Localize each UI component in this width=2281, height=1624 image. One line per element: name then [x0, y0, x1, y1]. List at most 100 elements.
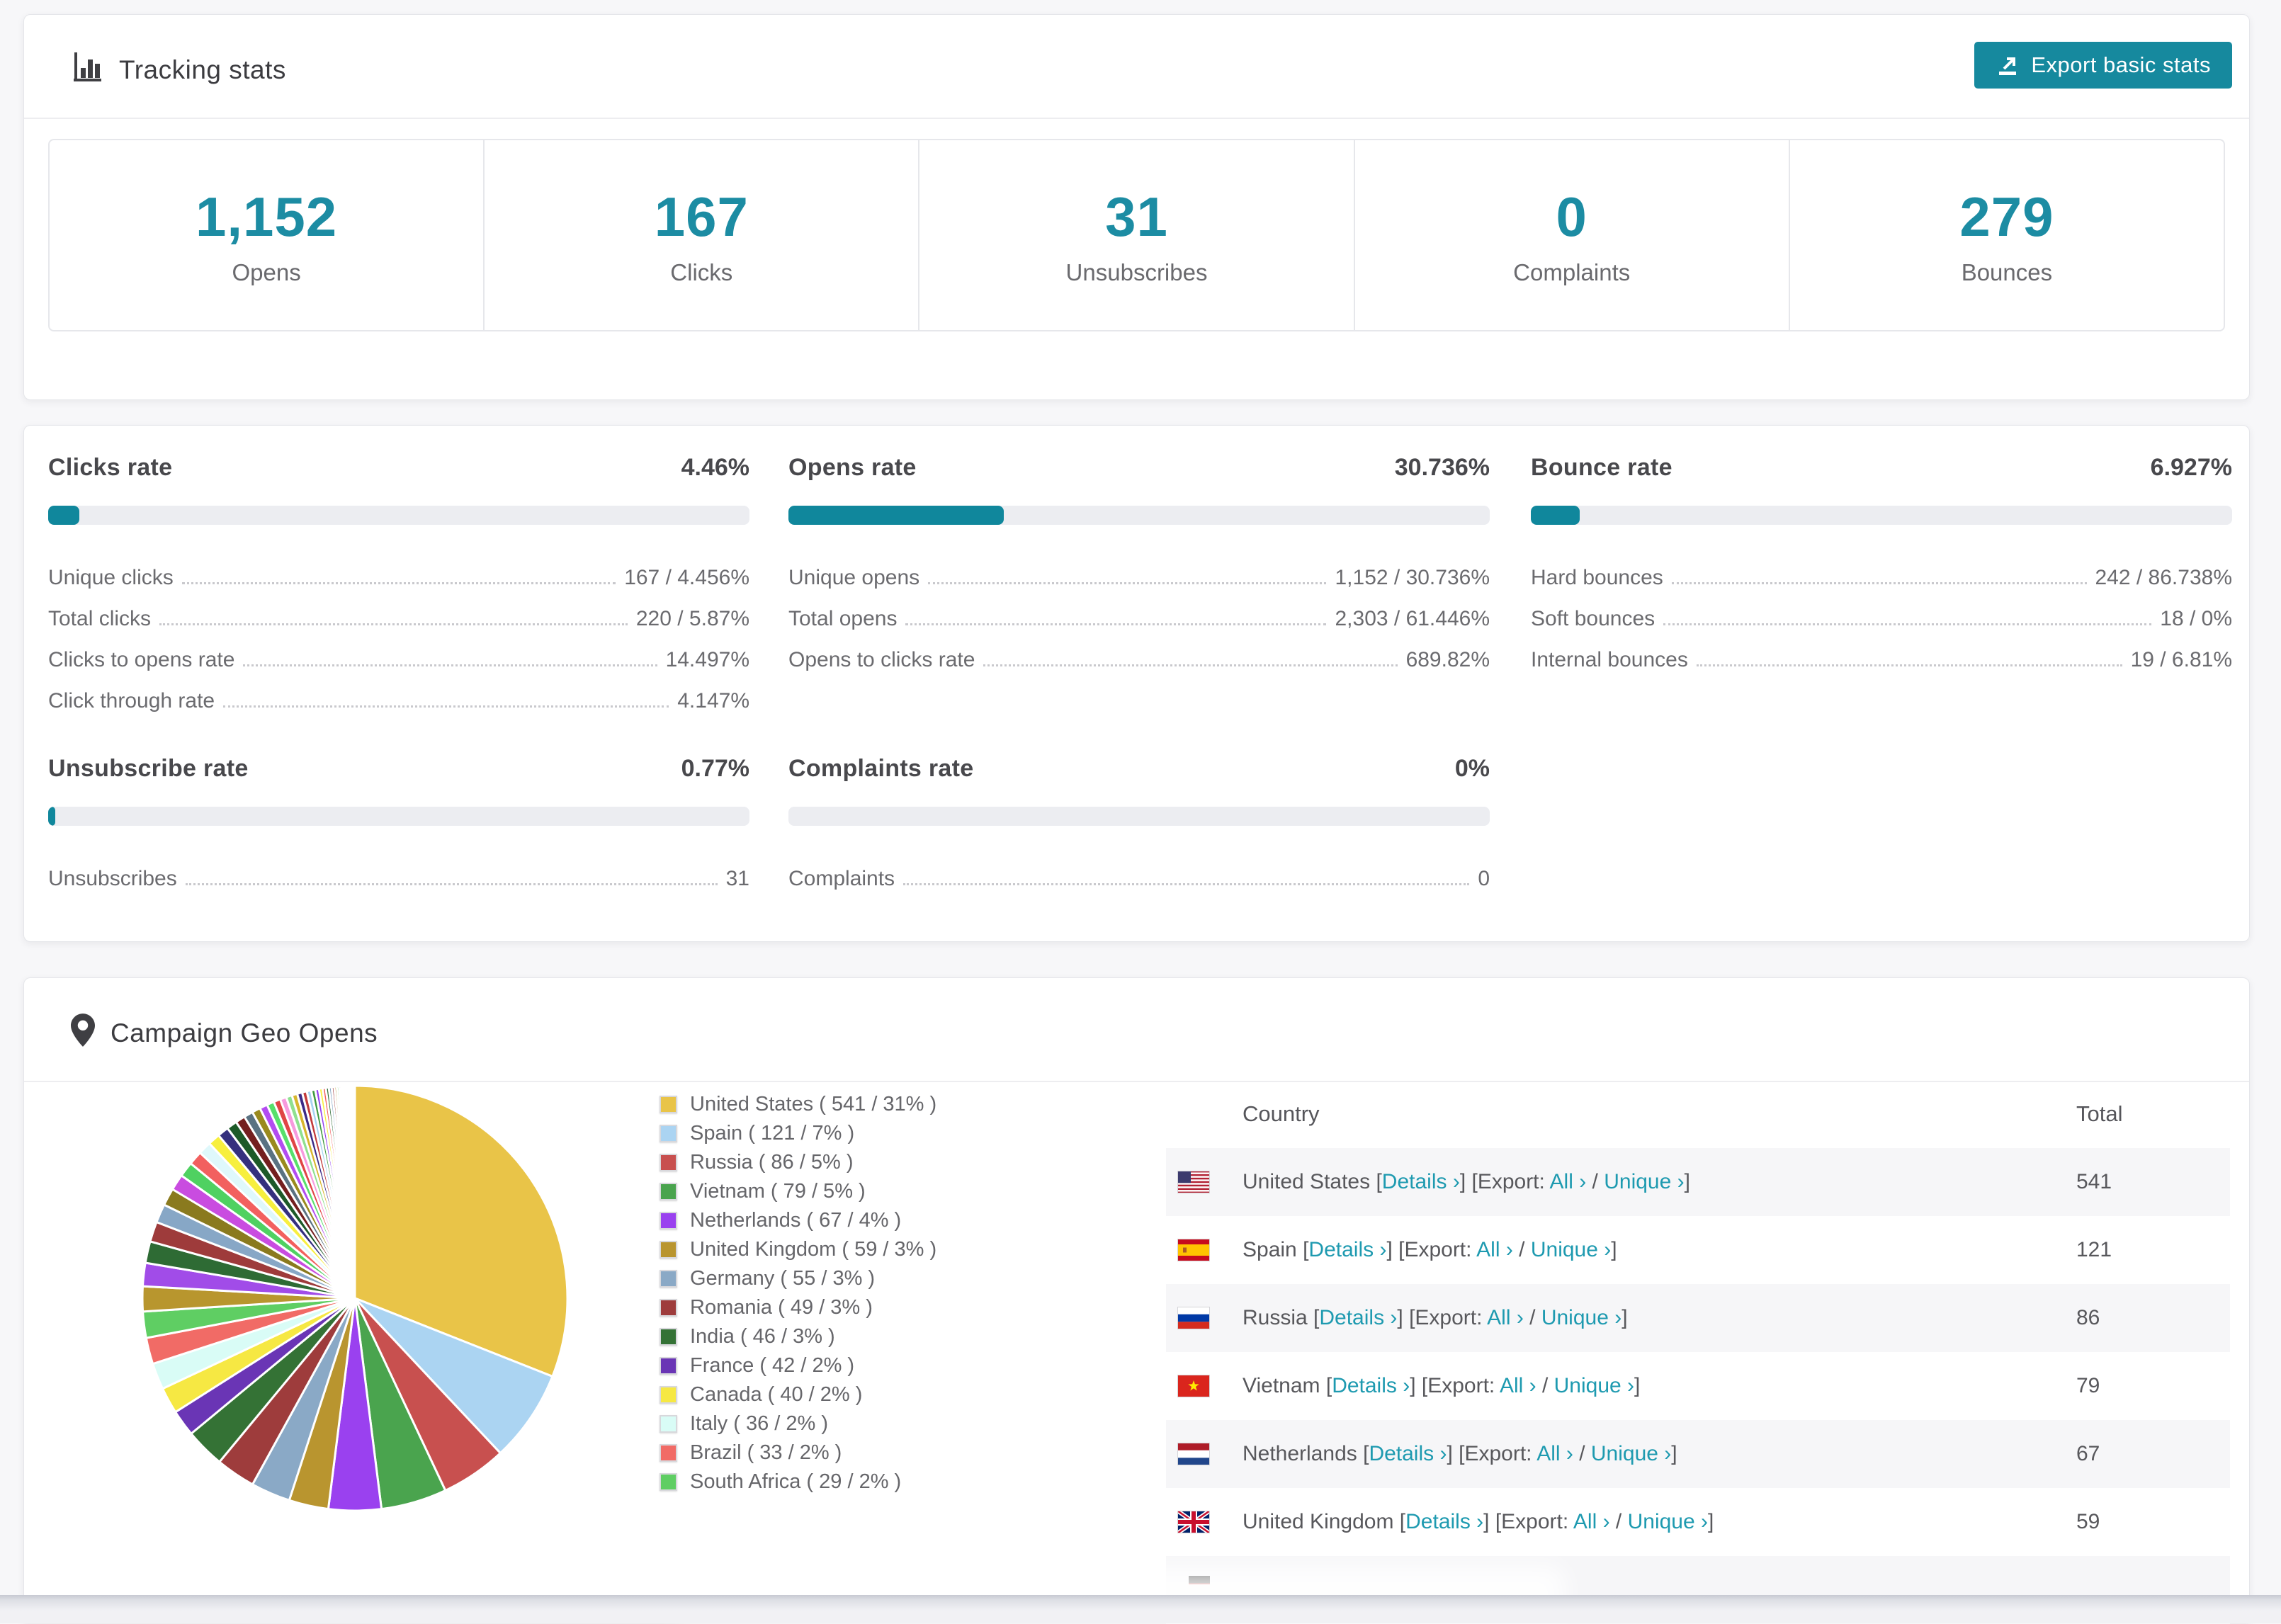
- map-pin-icon: [71, 1013, 95, 1053]
- total-cell: 121: [2076, 1238, 2112, 1261]
- export-unique-link[interactable]: Unique ›: [1591, 1442, 1671, 1465]
- rate-value: 30.736%: [1394, 454, 1490, 481]
- rate-rows: Complaints 0: [788, 854, 1490, 895]
- dotted-leader: [905, 623, 1327, 625]
- export-unique-link[interactable]: Unique ›: [1541, 1306, 1621, 1329]
- rate-title: Opens rate: [788, 454, 917, 481]
- legend-label: Russia ( 86 / 5% ): [690, 1151, 854, 1174]
- legend-swatch: [660, 1096, 677, 1113]
- export-all-link[interactable]: All ›: [1500, 1374, 1536, 1397]
- legend-label: Spain ( 121 / 7% ): [690, 1122, 855, 1145]
- table-row-united-states: United States [Details ›] [Export: All ›…: [1166, 1148, 2230, 1216]
- tracking-stats-title: Tracking stats: [71, 50, 286, 89]
- geo-opens-pie-chart: [128, 1072, 582, 1525]
- details-link[interactable]: Details ›: [1332, 1374, 1410, 1397]
- rate-row: Click through rate 4.147%: [48, 676, 749, 717]
- export-all-link[interactable]: All ›: [1550, 1170, 1587, 1193]
- rate-title: Complaints rate: [788, 755, 974, 782]
- export-all-link[interactable]: All ›: [1573, 1510, 1610, 1533]
- legend-item-france: France ( 42 / 2% ): [660, 1351, 936, 1380]
- tracking-stats-card: Tracking stats Export basic stats 1,152 …: [23, 14, 2250, 400]
- rate-row-label: Soft bounces: [1531, 607, 1655, 630]
- progress-bar-track: [48, 506, 749, 525]
- dotted-leader: [928, 582, 1327, 584]
- dotted-leader: [983, 664, 1398, 666]
- legend-item-canada: Canada ( 40 / 2% ): [660, 1380, 936, 1409]
- rate-row-value: 18 / 0%: [2160, 607, 2232, 630]
- export-all-link[interactable]: All ›: [1487, 1306, 1524, 1329]
- dotted-leader: [159, 623, 628, 625]
- legend-swatch: [660, 1415, 677, 1433]
- rate-head: Complaints rate 0%: [788, 755, 1490, 783]
- dotted-leader: [903, 883, 1470, 885]
- rate-row-value: 19 / 6.81%: [2130, 648, 2232, 671]
- gb-flag-icon: [1166, 1511, 1210, 1533]
- rate-row-label: Clicks to opens rate: [48, 648, 235, 671]
- legend-item-spain: Spain ( 121 / 7% ): [660, 1119, 936, 1148]
- rate-section-complaints-rate: Complaints rate 0% Complaints 0: [788, 755, 1490, 895]
- export-unique-link[interactable]: Unique ›: [1554, 1374, 1634, 1397]
- rate-row-label: Total clicks: [48, 607, 152, 630]
- rate-row: Internal bounces 19 / 6.81%: [1531, 635, 2232, 676]
- rate-row-value: 220 / 5.87%: [635, 607, 749, 630]
- stat-cell-unsubscribes: 31 Unsubscribes: [919, 140, 1355, 330]
- progress-bar-fill: [48, 506, 80, 525]
- rate-head: Opens rate 30.736%: [788, 454, 1490, 482]
- country-cell: Russia [Details ›] [Export: All › / Uniq…: [1243, 1306, 1628, 1329]
- tracking-stats-header: Tracking stats Export basic stats: [24, 15, 2249, 119]
- export-unique-link[interactable]: Unique ›: [1531, 1238, 1611, 1261]
- stat-cell-opens: 1,152 Opens: [50, 140, 485, 330]
- geo-title: Campaign Geo Opens: [71, 1013, 378, 1053]
- stat-summary-row: 1,152 Opens 167 Clicks 31 Unsubscribes 0 Co…: [48, 139, 2225, 331]
- export-all-link[interactable]: All ›: [1476, 1238, 1513, 1261]
- progress-bar-fill: [788, 506, 1004, 525]
- legend-swatch: [660, 1473, 677, 1491]
- stat-label: Unsubscribes: [1065, 259, 1208, 285]
- rate-row: Hard bounces 242 / 86.738%: [1531, 553, 2232, 594]
- details-link[interactable]: Details ›: [1405, 1510, 1483, 1533]
- rate-row: Total opens 2,303 / 61.446%: [788, 594, 1490, 635]
- table-row-russia: Russia [Details ›] [Export: All › / Uniq…: [1166, 1284, 2230, 1352]
- legend-item-germany: Germany ( 55 / 3% ): [660, 1264, 936, 1293]
- details-link[interactable]: Details ›: [1382, 1170, 1460, 1193]
- legend-label: Netherlands ( 67 / 4% ): [690, 1209, 902, 1232]
- legend-swatch: [660, 1241, 677, 1259]
- ru-flag-icon: [1166, 1307, 1210, 1329]
- rate-row-value: 0: [1478, 867, 1490, 890]
- rate-row-value: 167 / 4.456%: [624, 566, 749, 589]
- rate-row-value: 31: [725, 867, 749, 890]
- country-cell: Spain [Details ›] [Export: All › / Uniqu…: [1243, 1238, 1617, 1261]
- dotted-leader: [1671, 582, 2087, 584]
- export-unique-link[interactable]: Unique ›: [1628, 1510, 1708, 1533]
- export-basic-stats-button[interactable]: Export basic stats: [1974, 42, 2232, 89]
- legend-label: United Kingdom ( 59 / 3% ): [690, 1238, 937, 1261]
- rate-row-label: Hard bounces: [1531, 566, 1663, 589]
- total-cell: 79: [2076, 1374, 2100, 1397]
- geo-title-text: Campaign Geo Opens: [111, 1018, 378, 1047]
- table-row-united-kingdom: United Kingdom [Details ›] [Export: All …: [1166, 1488, 2230, 1556]
- details-link[interactable]: Details ›: [1319, 1306, 1397, 1329]
- export-unique-link[interactable]: Unique ›: [1604, 1170, 1684, 1193]
- rate-row: Total clicks 220 / 5.87%: [48, 594, 749, 635]
- rate-row-value: 4.147%: [677, 689, 749, 712]
- legend-swatch: [660, 1212, 677, 1230]
- rate-rows: Unique clicks 167 / 4.456% Total clicks …: [48, 553, 749, 717]
- legend-swatch: [660, 1444, 677, 1462]
- table-row-spain: Spain [Details ›] [Export: All › / Uniqu…: [1166, 1216, 2230, 1284]
- rates-card: Clicks rate 4.46% Unique clicks 167 / 4.…: [23, 425, 2250, 942]
- details-link[interactable]: Details ›: [1369, 1442, 1447, 1465]
- campaign-geo-opens-card: Campaign Geo Opens United States ( 541 /…: [23, 977, 2250, 1624]
- legend-swatch: [660, 1328, 677, 1346]
- rate-value: 4.46%: [681, 454, 749, 481]
- export-button-label: Export basic stats: [2031, 52, 2211, 77]
- legend-label: Italy ( 36 / 2% ): [690, 1412, 829, 1435]
- total-cell: 59: [2076, 1510, 2100, 1533]
- rate-title: Bounce rate: [1531, 454, 1672, 481]
- legend-item-south-africa: South Africa ( 29 / 2% ): [660, 1467, 936, 1497]
- export-all-link[interactable]: All ›: [1536, 1442, 1573, 1465]
- details-link[interactable]: Details ›: [1308, 1238, 1386, 1261]
- pie-legend: United States ( 541 / 31% ) Spain ( 121 …: [660, 1090, 936, 1497]
- tracking-stats-title-text: Tracking stats: [119, 55, 286, 84]
- legend-swatch: [660, 1386, 677, 1404]
- dotted-leader: [1696, 664, 2122, 666]
